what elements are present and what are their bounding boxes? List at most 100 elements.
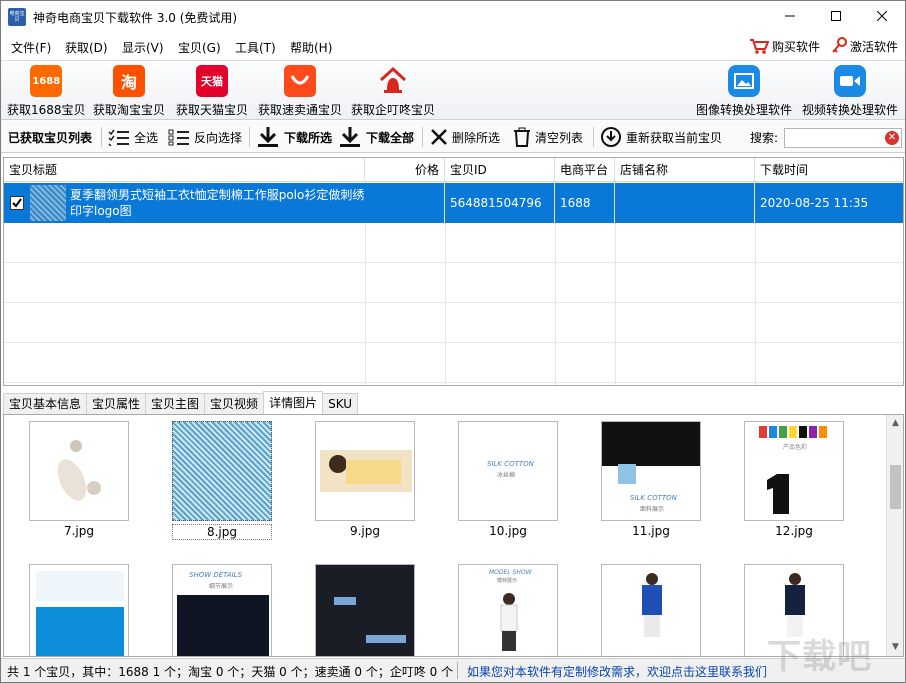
shopping-cart-icon — [750, 39, 769, 54]
app-logo-icon: 电商宝贝 — [8, 8, 26, 26]
tab-sku[interactable]: SKU — [322, 393, 359, 414]
menu-item-goods[interactable]: 宝贝(G) — [178, 39, 221, 56]
image-preview — [29, 564, 129, 656]
video-tool-label: 视频转换处理软件 — [802, 103, 899, 117]
menu-file[interactable]: 文件(F) — [11, 39, 51, 56]
menu-get[interactable]: 获取(D) — [65, 39, 108, 56]
image-tile[interactable]: 9.jpg — [315, 421, 415, 538]
tab-main-images[interactable]: 宝贝主图 — [145, 393, 206, 414]
download-icon — [258, 127, 278, 147]
image-tile[interactable]: MODEL SHOW 模特展示 — [458, 564, 558, 656]
delete-selected-button[interactable]: 删除所选 — [430, 121, 500, 153]
invert-selection-button[interactable]: 反向选择 — [168, 121, 242, 153]
invert-label: 反向选择 — [194, 130, 243, 145]
status-summary: 共 1 个宝贝，其中：1688 1 个；淘宝 0 个；天猫 0 个；速卖通 0 … — [7, 665, 454, 679]
get-tmall-label: 获取天猫宝贝 — [176, 103, 249, 117]
col-time[interactable]: 下载时间 — [755, 158, 903, 182]
detail-tabs: 宝贝基本信息 宝贝属性 宝贝主图 宝贝视频 详情图片 SKU — [3, 391, 359, 414]
image-tile[interactable] — [315, 564, 415, 656]
image-tool-label: 图像转换处理软件 — [696, 103, 793, 117]
divider — [593, 127, 594, 147]
divider — [422, 127, 423, 147]
menu-tools[interactable]: 工具(T) — [235, 39, 276, 56]
clear-search-icon[interactable]: ✕ — [885, 131, 899, 145]
col-id[interactable]: 宝贝ID — [445, 158, 555, 182]
row-price — [365, 183, 445, 223]
contact-link[interactable]: 如果您对本软件有定制修改需求，欢迎点击这里联系我们 — [467, 663, 767, 680]
activate-button[interactable]: 激活软件 — [831, 37, 898, 55]
col-shop[interactable]: 店铺名称 — [615, 158, 755, 182]
refresh-download-icon — [601, 127, 621, 147]
scrollbar-thumb[interactable] — [890, 465, 901, 509]
tab-video[interactable]: 宝贝视频 — [204, 393, 265, 414]
title-bar: 电商宝贝 神奇电商宝贝下载软件 3.0 (免费试用) — [1, 1, 905, 33]
menu-bar: 文件(F) 获取(D) 显示(V) 宝贝(G) 工具(T) 帮助(H) 购买软件… — [1, 34, 905, 59]
scroll-up-icon[interactable]: ▲ — [887, 415, 903, 432]
delete-selected-label: 删除所选 — [452, 130, 501, 145]
row-checkbox[interactable] — [10, 196, 24, 210]
minimize-icon — [785, 15, 795, 17]
minimize-button[interactable] — [767, 1, 813, 31]
image-caption-sub: 细节展示 — [209, 583, 234, 590]
image-tile[interactable] — [29, 564, 129, 656]
table-row[interactable]: 夏季翻领男式短袖工衣t恤定制棉工作服polo衫定做刺绣印字logo图 56488… — [4, 183, 903, 223]
tab-attributes[interactable]: 宝贝属性 — [86, 393, 147, 414]
get-1688-button[interactable]: 1688 获取1688宝贝 — [7, 65, 86, 118]
download-selected-label: 下载所选 — [284, 130, 333, 145]
get-taobao-label: 获取淘宝宝贝 — [93, 103, 166, 117]
image-preview — [601, 564, 701, 656]
close-button[interactable] — [859, 1, 905, 31]
select-all-label: 全选 — [134, 130, 159, 145]
image-tool-button[interactable]: 图像转换处理软件 — [696, 65, 792, 118]
image-tile[interactable]: SILK COTTON 面料展示 11.jpg — [601, 421, 701, 538]
search-input[interactable]: ✕ — [784, 128, 902, 148]
refetch-label: 重新获取当前宝贝 — [626, 130, 723, 145]
download-all-button[interactable]: 下载全部 — [338, 121, 414, 153]
get-qidingdong-button[interactable]: 获取企叮咚宝贝 — [351, 65, 435, 118]
tab-basic-info[interactable]: 宝贝基本信息 — [3, 393, 88, 414]
activate-label: 激活软件 — [850, 39, 899, 54]
download-selected-button[interactable]: 下载所选 — [256, 121, 332, 153]
get-1688-label: 获取1688宝贝 — [7, 103, 86, 117]
divider — [249, 127, 250, 147]
image-tile[interactable] — [601, 564, 701, 656]
get-taobao-button[interactable]: 淘 获取淘宝宝贝 — [93, 65, 165, 118]
col-price[interactable]: 价格 — [365, 158, 445, 182]
image-caption-text: SILK COTTON — [630, 494, 677, 502]
image-caption-sub: 冰丝棉 — [497, 472, 516, 479]
vertical-scrollbar[interactable]: ▲ ▼ — [886, 415, 903, 656]
video-convert-icon — [834, 65, 866, 97]
image-tile[interactable]: 产品色彩 12.jpg — [744, 421, 844, 538]
image-tile[interactable]: SILK COTTON 冰丝棉 10.jpg — [458, 421, 558, 538]
taobao-icon: 淘 — [113, 65, 145, 97]
list-title: 已获取宝贝列表 — [8, 130, 93, 145]
main-toolbar: 1688 获取1688宝贝 淘 获取淘宝宝贝 天猫 获取天猫宝贝 获取速卖通宝贝… — [1, 60, 905, 120]
image-caption-text: 产品色彩 — [783, 444, 808, 451]
menu-help[interactable]: 帮助(H) — [290, 39, 332, 56]
get-tmall-button[interactable]: 天猫 获取天猫宝贝 — [176, 65, 248, 118]
menu-view[interactable]: 显示(V) — [122, 39, 164, 56]
image-preview: SILK COTTON 冰丝棉 — [458, 421, 558, 521]
get-sumaitong-button[interactable]: 获取速卖通宝贝 — [258, 65, 342, 118]
image-tile[interactable]: SHOW DETAILS 细节展示 — [172, 564, 272, 656]
action-toolbar: 已获取宝贝列表 全选 反向选择 下载所选 下载全部 删除所选 清空列表 重新获取… — [1, 121, 905, 153]
scroll-down-icon[interactable]: ▼ — [887, 639, 903, 656]
image-preview: SILK COTTON 面料展示 — [601, 421, 701, 521]
download-all-icon — [340, 127, 360, 147]
clear-list-button[interactable]: 清空列表 — [513, 121, 583, 153]
image-tile[interactable]: 8.jpg — [172, 421, 272, 540]
col-platform[interactable]: 电商平台 — [555, 158, 615, 182]
select-all-button[interactable]: 全选 — [108, 121, 158, 153]
search-label: 搜索: — [750, 130, 779, 145]
buy-button[interactable]: 购买软件 — [749, 37, 820, 55]
image-caption-text: MODEL SHOW — [489, 569, 532, 576]
image-tile[interactable]: 7.jpg — [29, 421, 129, 538]
image-preview — [172, 421, 272, 521]
trash-icon — [514, 127, 530, 147]
refetch-button[interactable]: 重新获取当前宝贝 — [600, 121, 722, 153]
video-tool-button[interactable]: 视频转换处理软件 — [802, 65, 898, 118]
col-title[interactable]: 宝贝标题 — [4, 158, 365, 182]
maximize-button[interactable] — [813, 1, 859, 31]
1688-icon: 1688 — [30, 65, 63, 97]
tab-detail-images[interactable]: 详情图片 — [263, 391, 324, 414]
